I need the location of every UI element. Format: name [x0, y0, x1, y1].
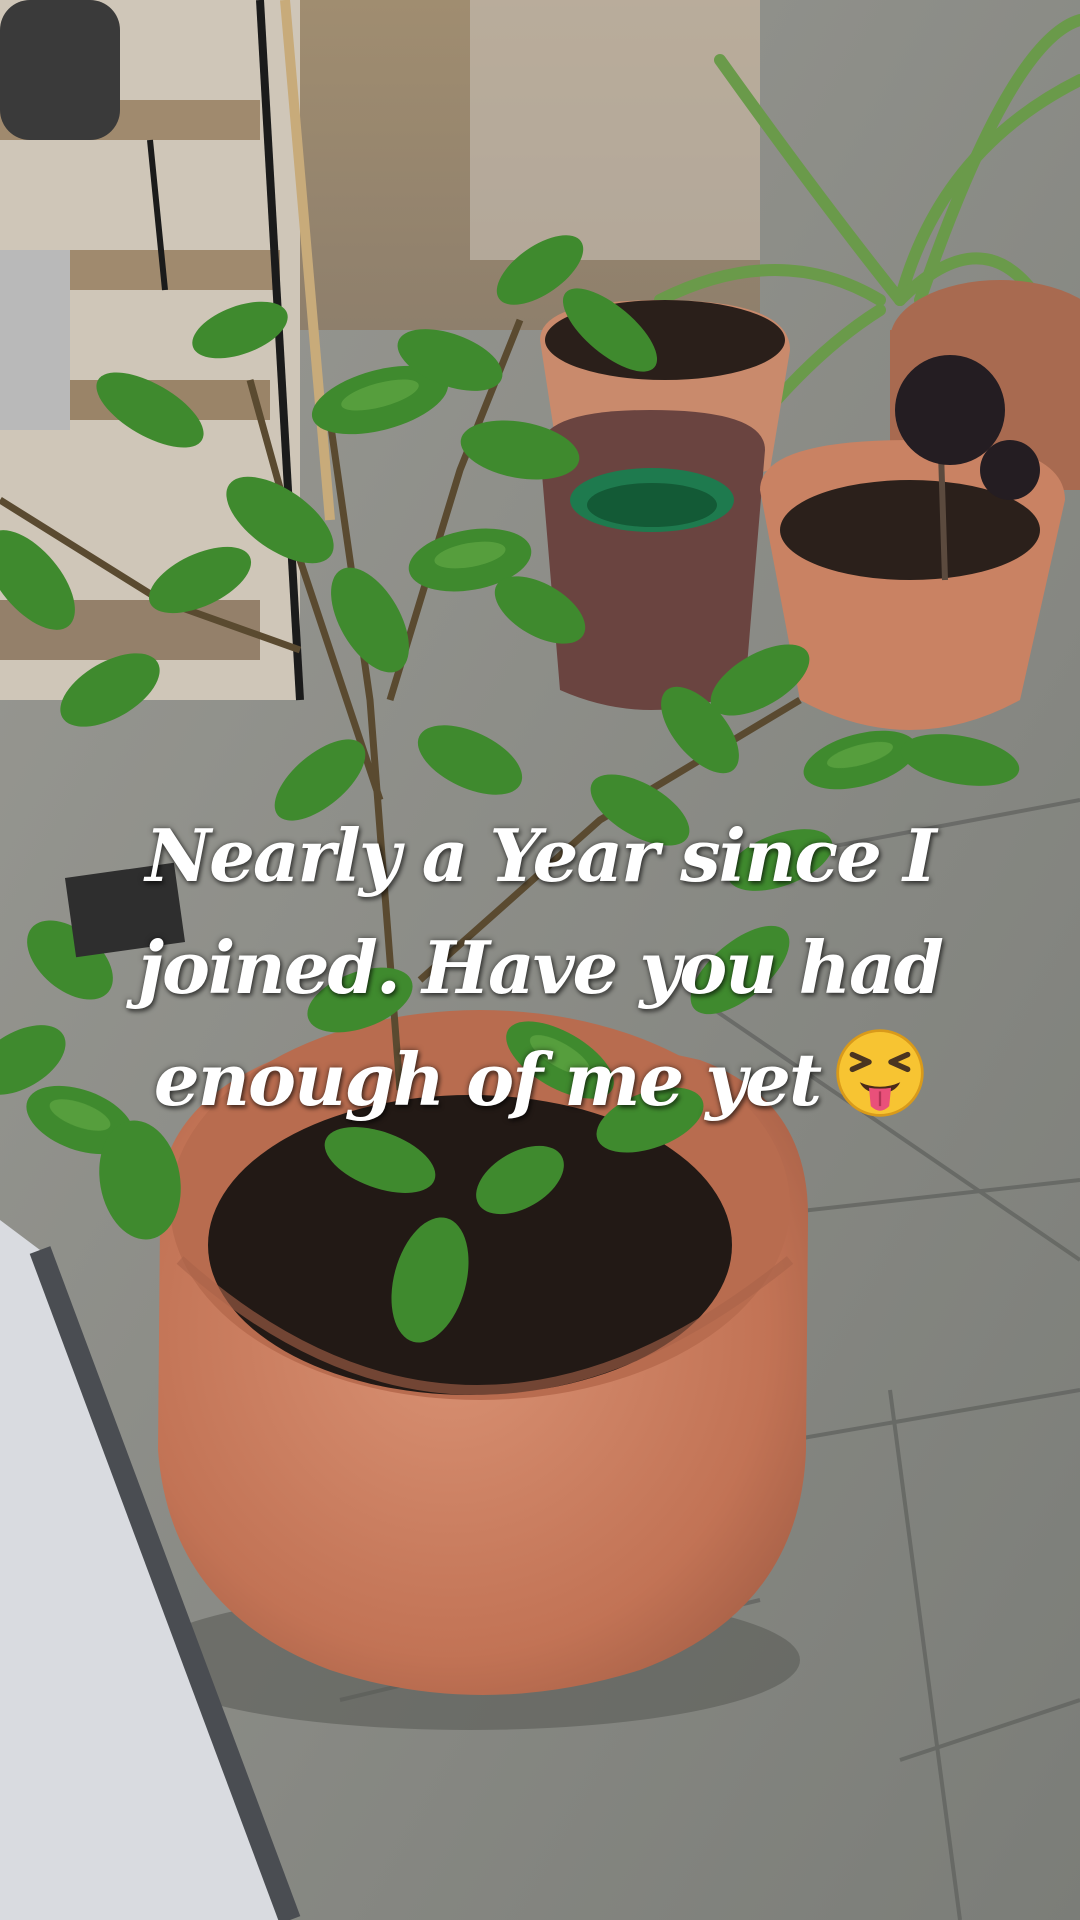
- caption-line-3: enough of me yet: [70, 1024, 1010, 1136]
- caption-line-3-text: enough of me yet: [153, 1037, 822, 1122]
- caption-overlay: Nearly a Year since I joined. Have you h…: [70, 800, 1010, 1136]
- aeonium-rosette: [895, 355, 1005, 465]
- squinting-face-with-tongue-icon: [836, 1029, 924, 1117]
- caption-line-1: Nearly a Year since I: [145, 813, 936, 898]
- caption-line-2: joined. Have you had: [137, 925, 944, 1010]
